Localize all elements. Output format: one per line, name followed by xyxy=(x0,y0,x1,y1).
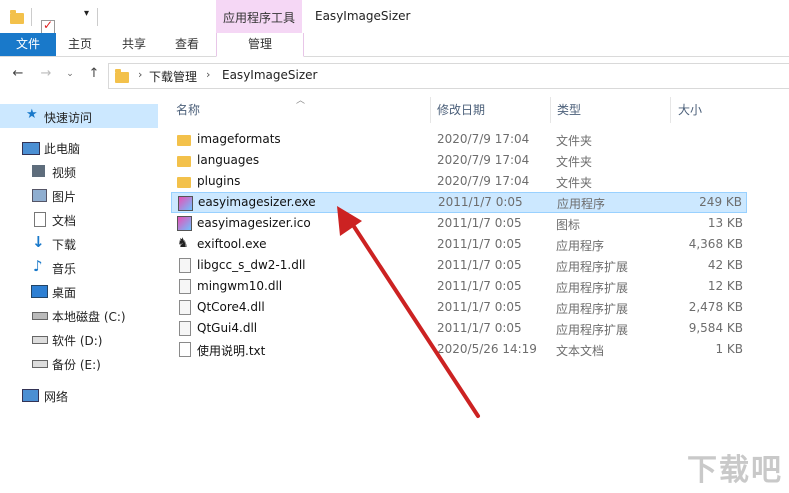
watermark-logo: 下载吧 xyxy=(687,453,783,488)
arrow-shaft xyxy=(349,220,480,418)
annotation-arrow xyxy=(337,206,480,418)
